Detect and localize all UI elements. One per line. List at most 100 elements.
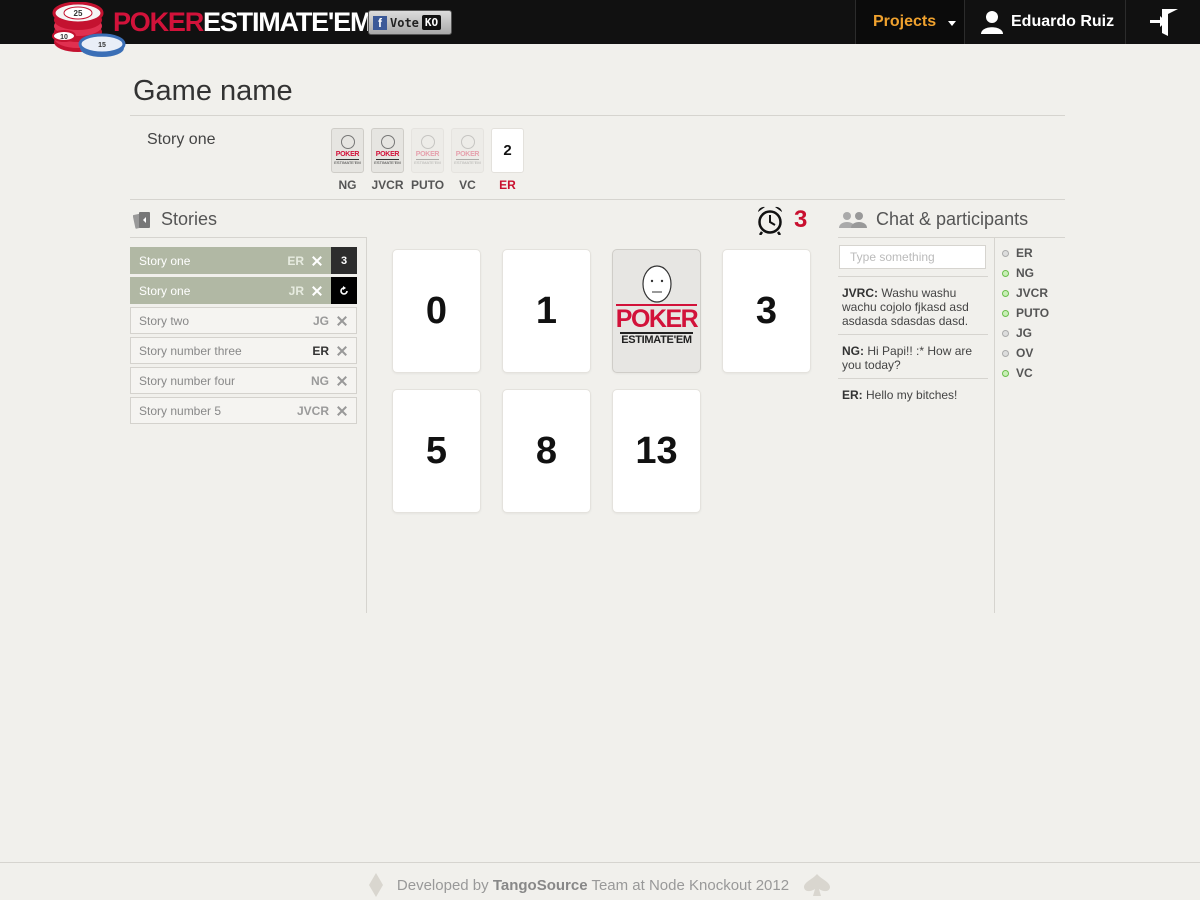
poker-face-icon [420, 135, 435, 149]
chat-input[interactable] [839, 245, 986, 269]
story-item[interactable]: Story number 5 JVCR [130, 397, 357, 424]
footer-suffix: Team at Node Knockout 2012 [591, 876, 790, 894]
participant-initials: JVCR [1016, 286, 1049, 300]
chat-heading-text: Chat & participants [876, 209, 1029, 229]
message-text: Hello my bitches! [866, 388, 958, 402]
svg-text:15: 15 [98, 42, 106, 49]
delete-story-icon[interactable] [337, 346, 347, 356]
status-dot-icon [1002, 289, 1009, 297]
voter: POKER ESTIMATE'EM JVCR [371, 128, 404, 192]
participant-initials: NG [1016, 266, 1034, 280]
story-name: Story number three [139, 343, 242, 358]
stories-heading-text: Stories [161, 209, 218, 229]
alarm-clock-icon [758, 206, 782, 235]
footer-team-link[interactable]: TangoSource [493, 877, 588, 894]
participant-initials: VC [1016, 366, 1033, 380]
estimate-card[interactable]: 3 [722, 249, 811, 373]
story-name: Story number 5 [139, 403, 222, 418]
logout-icon [1149, 9, 1178, 36]
delete-story-icon[interactable] [312, 286, 322, 296]
divider [838, 237, 1065, 238]
story-name: Story two [139, 313, 190, 328]
mini-logo-estimate: ESTIMATE'EM [374, 160, 401, 165]
divider [130, 237, 367, 238]
participant-item: JG [1002, 323, 1049, 343]
card-deck-icon [133, 211, 150, 229]
chat-message: ER: Hello my bitches! [838, 378, 988, 408]
current-story-name: Story one [147, 131, 216, 148]
voter-card-voted: POKER ESTIMATE'EM [331, 128, 364, 173]
story-list: Story one ER 3 Story one JR Story two JG Story … [130, 247, 357, 427]
footer-text: Developed by TangoSource Team at Node Kn… [397, 877, 789, 894]
story-owner: ER [287, 253, 304, 268]
participant-item: PUTO [1002, 303, 1049, 323]
timer-value: 3 [794, 206, 808, 233]
delete-story-icon[interactable] [337, 316, 347, 326]
mini-logo-poker: POKER [455, 151, 480, 160]
projects-dropdown[interactable]: Projects [855, 0, 965, 44]
game-title: Game name [133, 75, 293, 107]
stories-heading: Stories [133, 209, 217, 230]
delete-story-icon[interactable] [337, 406, 347, 416]
estimate-card[interactable]: 0 [392, 249, 481, 373]
chat-message: NG: Hi Papi!! :* How are you today? [838, 334, 988, 378]
divider [994, 237, 995, 613]
delete-story-icon[interactable] [337, 376, 347, 386]
story-item[interactable]: Story number three ER [130, 337, 357, 364]
user-name: Eduardo Ruiz [1011, 13, 1115, 30]
countdown-timer: 3 [756, 205, 807, 235]
poker-face-icon [641, 265, 672, 303]
voter-card-pending: POKER ESTIMATE'EM [411, 128, 444, 173]
voter-card-pending: POKER ESTIMATE'EM [451, 128, 484, 173]
voter-initials: JVCR [371, 178, 404, 192]
projects-label: Projects [873, 13, 937, 30]
voter-initials: ER [499, 178, 516, 192]
status-dot-icon [1002, 329, 1009, 337]
participant-item: ER [1002, 243, 1049, 263]
mini-logo-poker: POKER [335, 151, 360, 160]
vote-label: Vote [390, 15, 419, 30]
status-dot-icon [1002, 269, 1009, 277]
footer-prefix: Developed by [396, 876, 489, 894]
story-name: Story number four [139, 373, 236, 388]
divider [0, 862, 1200, 863]
participant-initials: OV [1016, 346, 1034, 360]
story-name: Story one [139, 283, 191, 298]
estimate-card[interactable]: 1 [502, 249, 591, 373]
divider [130, 199, 1065, 200]
card-logo-estimate: ESTIMATE'EM [620, 332, 693, 346]
top-navbar: 25 15 10 POKERESTIMATE'EM f Vote KO Proj… [0, 0, 1200, 57]
diamond-suit-icon [368, 873, 383, 897]
story-item[interactable]: Story one JR [130, 277, 357, 304]
spade-suit-icon [804, 874, 831, 896]
voter: POKER ESTIMATE'EM NG [331, 128, 364, 192]
story-item[interactable]: Story number four NG [130, 367, 357, 394]
participant-initials: ER [1016, 246, 1033, 260]
estimate-card[interactable]: 8 [502, 389, 591, 513]
ko-label: KO [421, 15, 442, 30]
story-item[interactable]: Story two JG [130, 307, 357, 334]
refresh-button[interactable] [331, 277, 357, 304]
voter-card-voted: POKER ESTIMATE'EM [371, 128, 404, 173]
user-menu[interactable]: Eduardo Ruiz [966, 0, 1126, 44]
brand-wordmark[interactable]: POKERESTIMATE'EM [113, 6, 372, 38]
card-back-logo[interactable]: POKER ESTIMATE'EM [612, 249, 701, 373]
delete-story-icon[interactable] [312, 256, 322, 266]
chat-messages: JVRC: Washu washu wachu cojolo fjkasd as… [838, 276, 988, 408]
status-dot-icon [1002, 309, 1009, 317]
story-item[interactable]: Story one ER 3 [130, 247, 357, 274]
divider [366, 237, 367, 613]
estimate-card[interactable]: 5 [392, 389, 481, 513]
story-name: Story one [139, 253, 191, 268]
status-dot-icon [1002, 249, 1009, 257]
logout-button[interactable] [1127, 0, 1200, 44]
mini-logo-estimate: ESTIMATE'EM [454, 160, 481, 165]
estimate-card[interactable]: 13 [612, 389, 701, 513]
voter: 2 ER [491, 128, 524, 192]
story-estimate-badge: 3 [331, 247, 357, 274]
voter: POKER ESTIMATE'EM PUTO [411, 128, 444, 192]
vote-ko-button[interactable]: f Vote KO [368, 10, 452, 35]
message-author: ER: [842, 388, 863, 402]
chevron-down-icon [948, 20, 957, 26]
divider [130, 115, 1065, 116]
